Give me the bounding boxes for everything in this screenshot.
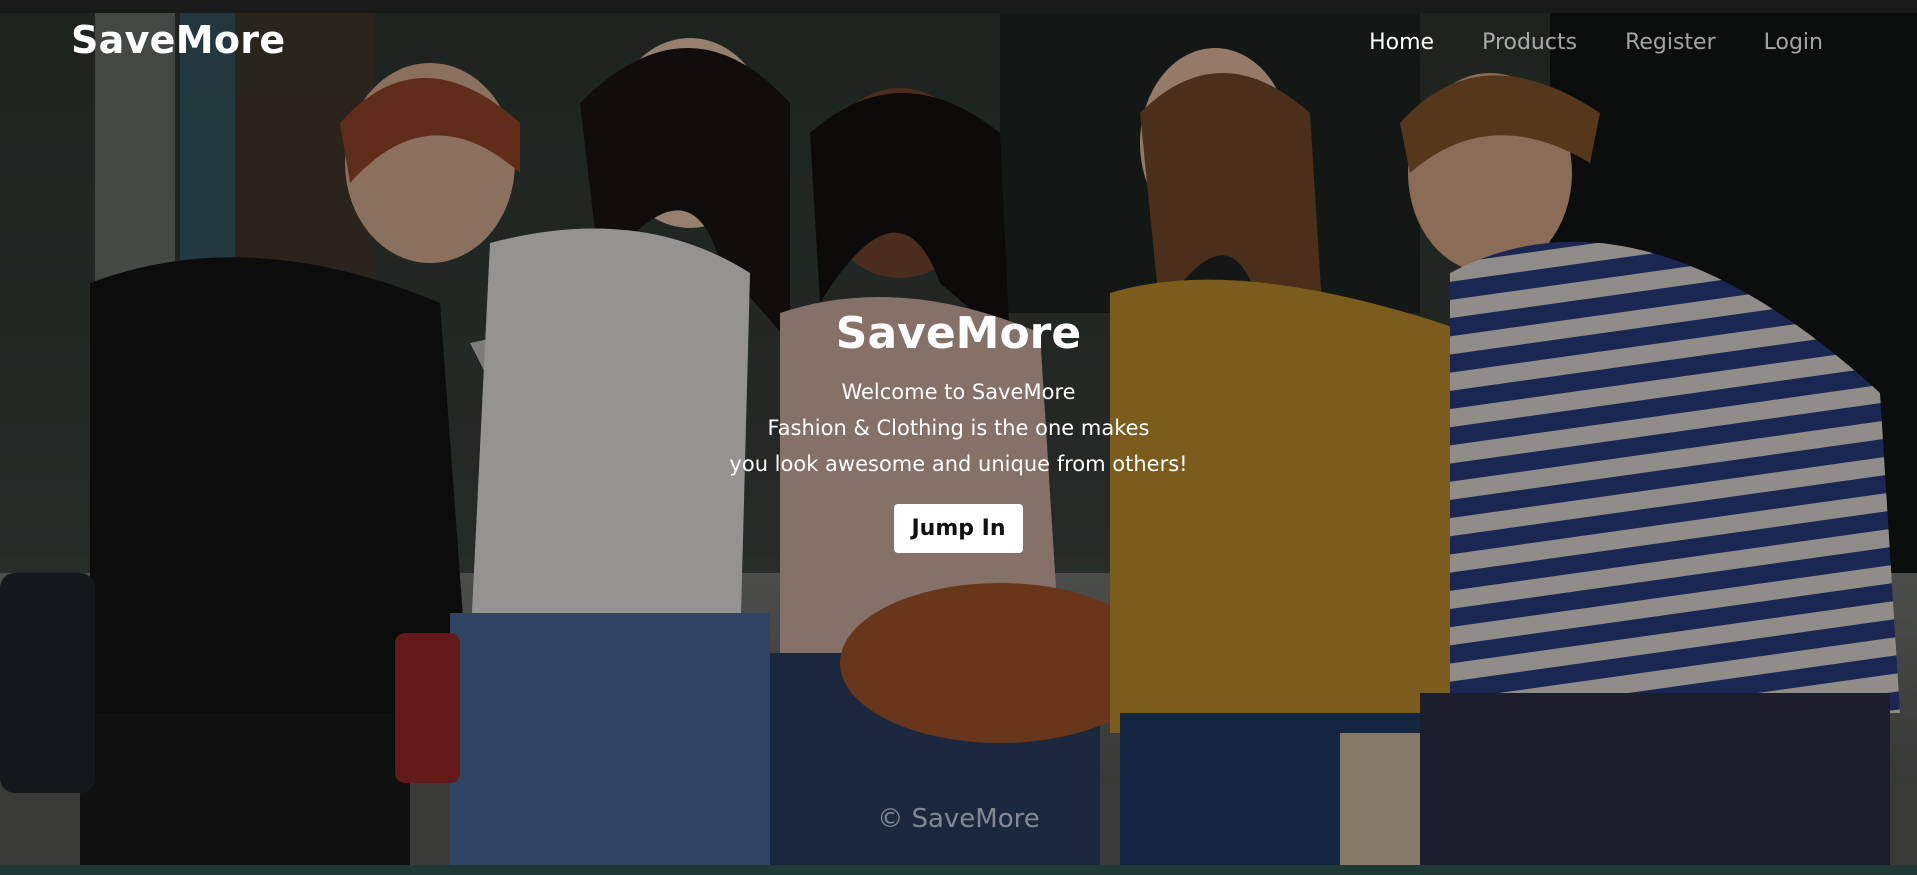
footer-copyright: © SaveMore: [877, 804, 1040, 834]
hero-tagline-1: Welcome to SaveMore: [841, 379, 1076, 404]
nav-link-register[interactable]: Register: [1625, 30, 1716, 55]
brand-logo[interactable]: SaveMore: [71, 18, 285, 62]
hero-section: SaveMore Home Products Register Login Sa…: [0, 13, 1917, 865]
bottom-strip: [0, 865, 1917, 875]
jump-in-button[interactable]: Jump In: [894, 503, 1023, 553]
hero-tagline-3: you look awesome and unique from others!: [729, 451, 1188, 476]
nav-link-home[interactable]: Home: [1369, 30, 1434, 55]
top-navbar: SaveMore Home Products Register Login: [0, 13, 1917, 73]
hero-title: SaveMore: [835, 308, 1082, 359]
browser-top-strip: [0, 0, 1917, 13]
nav-links: Home Products Register Login: [1369, 30, 1823, 55]
hero-content: SaveMore Welcome to SaveMore Fashion & C…: [0, 308, 1917, 553]
hero-tagline-2: Fashion & Clothing is the one makes: [767, 415, 1150, 440]
nav-link-login[interactable]: Login: [1764, 30, 1823, 55]
nav-link-products[interactable]: Products: [1482, 30, 1577, 55]
